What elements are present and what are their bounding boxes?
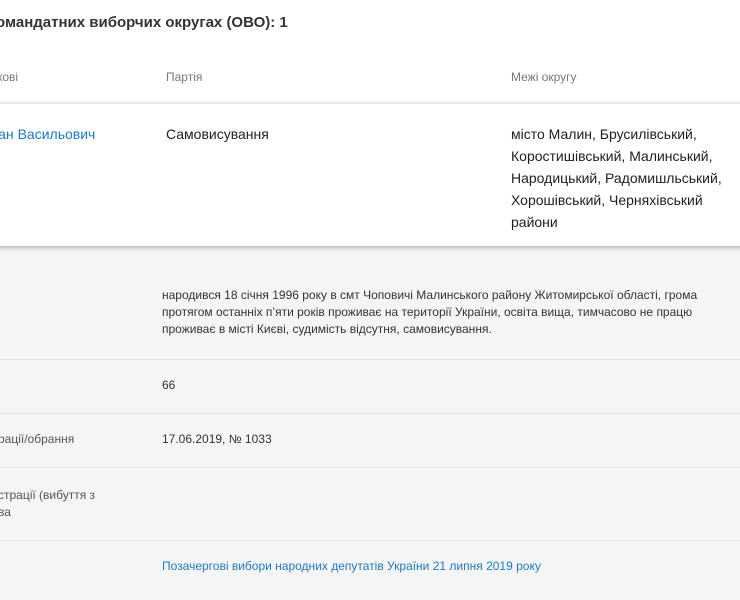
registration-value: 17.06.2019, № 1033	[162, 432, 272, 446]
bio-line: проживає в місті Києві, судимість відсут…	[162, 322, 492, 336]
candidate-bio: народився 18 січня 1996 року в смт Чопов…	[162, 287, 697, 338]
detail-row-election: Позачергові вибори народних депутатів Ук…	[0, 540, 740, 596]
detail-row-registration: рації/обрання 17.06.2019, № 1033	[0, 413, 740, 468]
candidate-name-link[interactable]: дан Васильович	[0, 123, 95, 145]
column-header-bounds: Межі округу	[511, 70, 577, 84]
detail-row-bio: народився 18 січня 1996 року в смт Чопов…	[0, 246, 740, 360]
candidate-party: Самовисування	[166, 126, 269, 142]
candidate-row: дан Васильович Самовисування місто Малин…	[0, 104, 740, 246]
column-header-candidate: кові	[0, 70, 19, 84]
table-header: кові Партія Межі округу	[0, 60, 740, 104]
deregistration-label-line: страції (вибуття з	[0, 488, 96, 502]
candidate-details-panel: народився 18 січня 1996 року в смт Чопов…	[0, 246, 740, 600]
section-title: омандатних виборчих округах (ОВО): 1	[0, 14, 288, 31]
district-bounds: місто Малин, Брусилівський, Коростишівсь…	[511, 126, 722, 230]
election-link[interactable]: Позачергові вибори народних депутатів Ук…	[162, 558, 541, 575]
candidate-number: 66	[162, 378, 176, 392]
registration-label: рації/обрання	[0, 432, 75, 446]
bio-line: народився 18 січня 1996 року в смт Чопов…	[162, 288, 698, 302]
detail-row-number: 66	[0, 359, 740, 414]
deregistration-label: страції (вибуття з ва	[0, 487, 95, 521]
bio-line: протягом останніх п’яти років проживає н…	[162, 305, 693, 319]
deregistration-label-line: ва	[0, 505, 11, 519]
column-header-party: Партія	[166, 70, 203, 84]
detail-row-deregistration: страції (вибуття з ва	[0, 467, 740, 541]
